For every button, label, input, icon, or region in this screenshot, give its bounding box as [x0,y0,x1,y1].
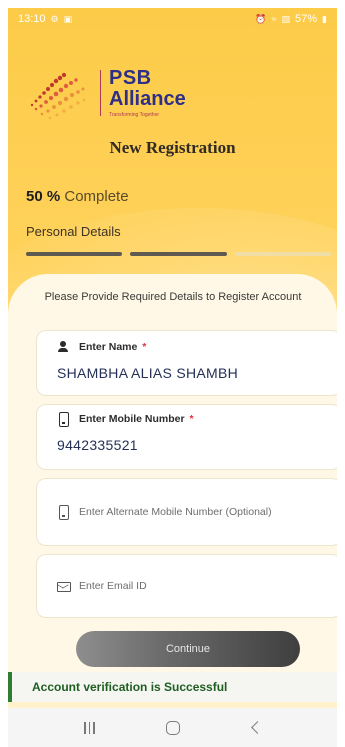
logo-psb: PSB [109,67,152,89]
logo-alliance: Alliance [109,88,186,110]
system-nav-bar [8,708,337,747]
phone-icon [57,505,69,520]
step-3-indicator [234,252,331,256]
page-title: New Registration [109,138,236,157]
alternate-mobile-placeholder-text: Enter Alternate Mobile Number (Optional) [79,506,272,518]
status-bar: 13:10 ⚙ ▣ ⏰ ≈ ▧ 57% ▮ [8,8,337,30]
signal-icon: ▧ [281,13,291,24]
person-icon [57,341,69,353]
name-input-value[interactable]: SHAMBHA ALIAS SHAMBH [57,365,321,381]
gallery-icon: ▣ [63,13,73,24]
notification-icon: ⚙ [50,13,59,24]
mobile-field[interactable]: Enter Mobile Number * 9442335521 [36,404,337,470]
status-time: 13:10 [18,13,46,25]
battery-percent: 57% [295,13,318,25]
alternate-mobile-placeholder[interactable]: Enter Alternate Mobile Number (Optional) [57,505,272,520]
mobile-field-label: Enter Mobile Number * [57,412,321,427]
logo-tagline: Transforming Together [109,112,160,118]
mail-icon [57,580,71,592]
progress-percent: 50 % [26,188,61,205]
alarm-icon: ⏰ [255,13,267,24]
continue-button[interactable]: Continue [76,631,300,667]
logo-divider [100,70,101,116]
battery-icon: ▮ [322,13,327,24]
step-indicator [26,252,331,258]
progress-suffix: Complete [64,188,129,205]
mobile-label-text: Enter Mobile Number [79,413,185,425]
name-field[interactable]: Enter Name * SHAMBHA ALIAS SHAMBH [36,330,337,396]
app-screen: 13:10 ⚙ ▣ ⏰ ≈ ▧ 57% ▮ PSB Alliance Trans… [8,8,337,747]
name-label-text: Enter Name [79,341,138,353]
phone-icon [57,412,69,427]
step-1-indicator [26,252,123,256]
toast-message: Account verification is Successful [32,680,228,694]
alternate-mobile-field[interactable]: Enter Alternate Mobile Number (Optional) [36,478,337,546]
success-toast: Account verification is Successful [8,672,337,702]
current-step-label: Personal Details [26,224,121,239]
email-field[interactable]: Enter Email ID [36,554,337,618]
logo-emblem-icon [30,72,86,120]
wifi-icon: ≈ [271,14,277,24]
required-mark: * [189,413,194,425]
form-intro: Please Provide Required Details to Regis… [44,291,302,303]
status-left: 13:10 ⚙ ▣ [18,13,72,25]
recent-apps-icon[interactable] [75,718,105,738]
status-right: ⏰ ≈ ▧ 57% ▮ [255,13,327,25]
mobile-input-value[interactable]: 9442335521 [57,437,321,453]
name-field-label: Enter Name * [57,341,321,353]
email-placeholder-text: Enter Email ID [79,580,147,592]
home-icon[interactable] [158,718,188,738]
step-2-indicator [130,252,227,256]
back-icon[interactable] [241,718,271,738]
psb-alliance-logo: PSB Alliance Transforming Together [22,58,202,128]
logo-text: PSB Alliance Transforming Together [109,68,186,118]
email-placeholder[interactable]: Enter Email ID [57,580,147,592]
progress-status: 50 % Complete [26,188,129,205]
required-mark: * [142,341,147,353]
